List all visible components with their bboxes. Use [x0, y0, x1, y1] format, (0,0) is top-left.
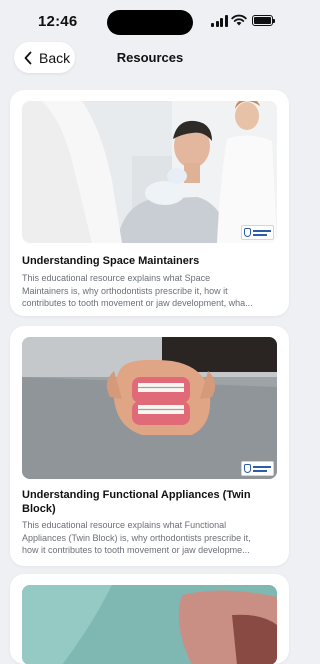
dynamic-island	[107, 10, 193, 35]
functional-appliances-thumbnail	[22, 337, 277, 479]
space-maintainers-thumbnail	[22, 101, 277, 243]
resource-thumbnail	[22, 585, 277, 664]
resource-card-functional-appliances[interactable]: Understanding Functional Appliances (Twi…	[10, 326, 289, 566]
signal-icon	[211, 15, 228, 27]
page-title: Resources	[116, 50, 184, 65]
resource-title: Understanding Space Maintainers	[22, 255, 200, 267]
clinic-logo-badge	[241, 225, 274, 240]
clinic-logo-badge	[241, 461, 274, 476]
resource-description: This educational resource explains what …	[22, 520, 251, 555]
resource-description: This educational resource explains what …	[22, 273, 253, 308]
status-bar: 12:46	[0, 0, 300, 44]
resource-card-space-maintainers[interactable]: Understanding Space Maintainers This edu…	[10, 90, 289, 316]
status-time: 12:46	[38, 13, 78, 30]
resource-card-partial[interactable]	[10, 574, 289, 664]
resource-title: Understanding Functional Appliances (Twi…	[22, 489, 251, 515]
wifi-icon	[231, 14, 247, 26]
battery-icon	[252, 15, 275, 26]
